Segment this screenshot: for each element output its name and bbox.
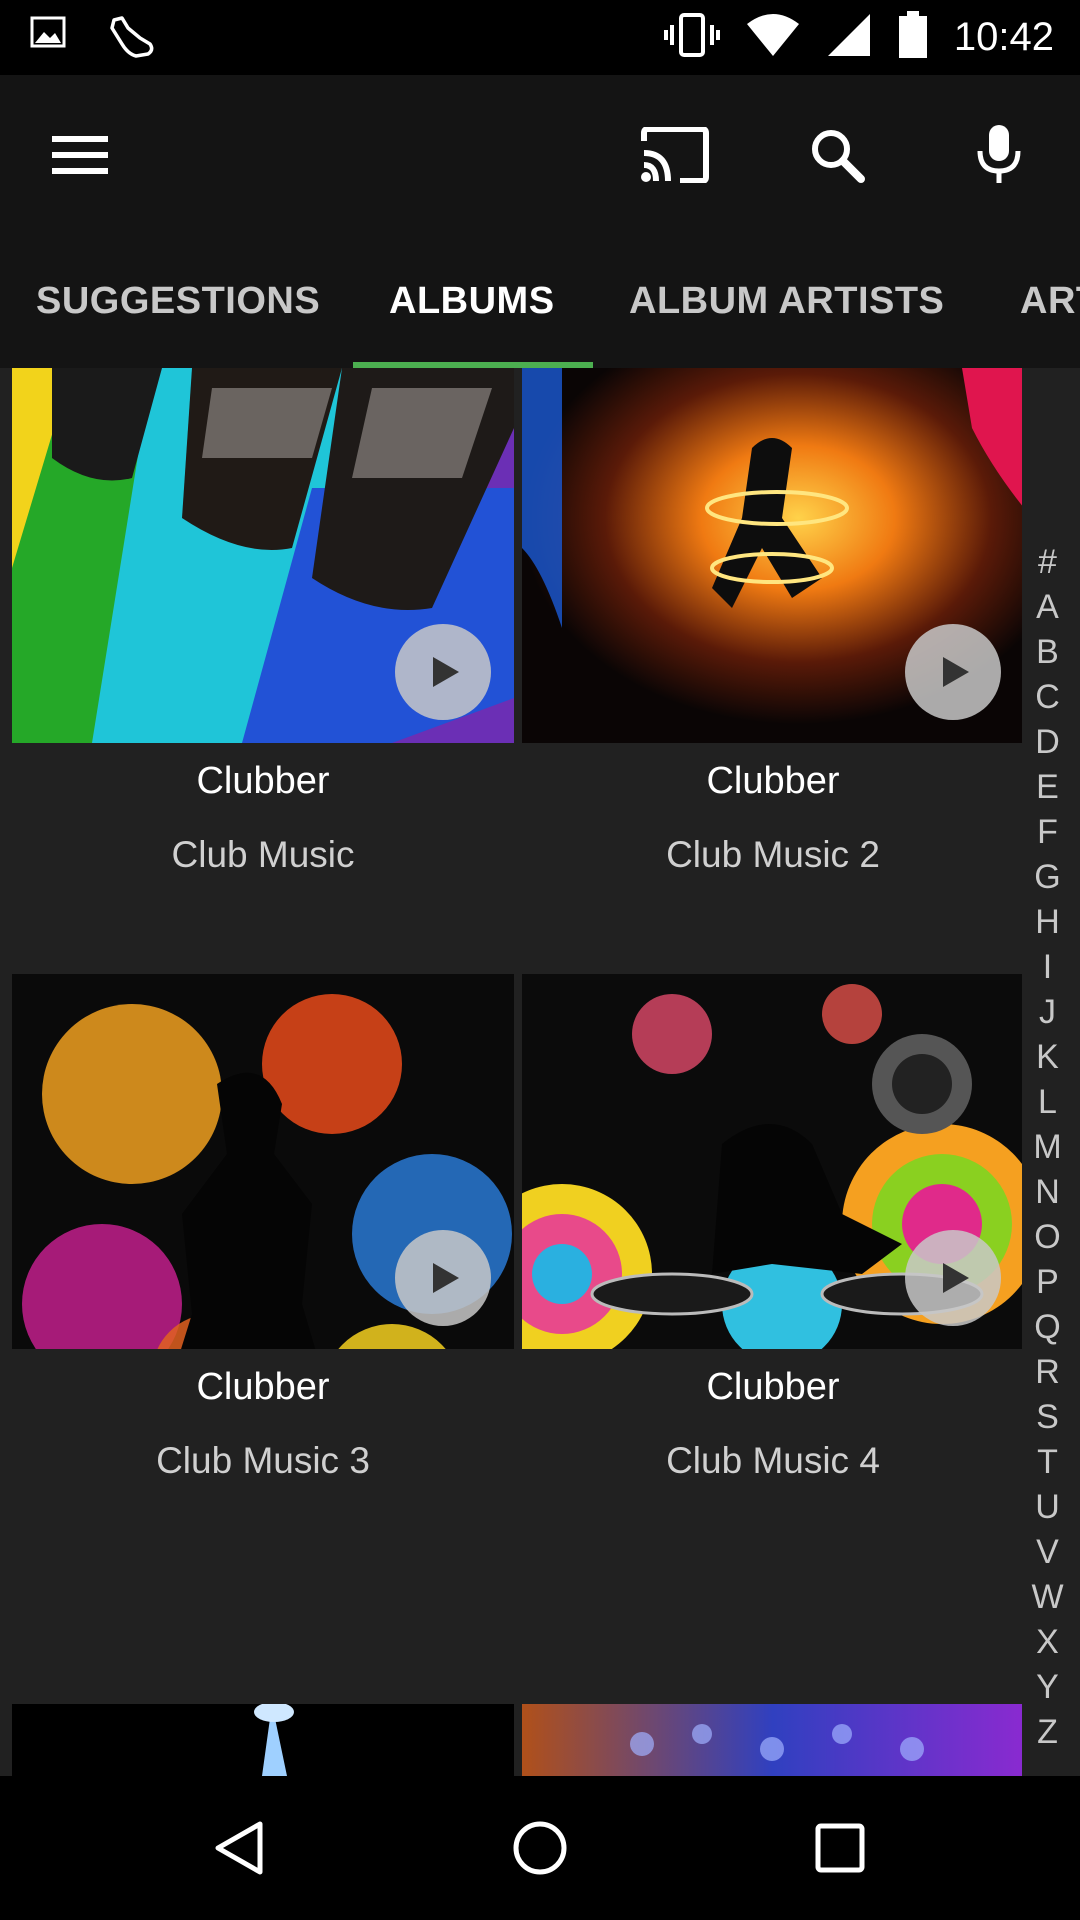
home-icon[interactable] [495,1803,585,1893]
index-letter[interactable]: G [1025,855,1070,900]
play-button[interactable] [905,624,1001,720]
cast-icon[interactable] [635,115,715,195]
back-icon[interactable] [195,1803,285,1893]
index-letter[interactable]: C [1025,675,1070,720]
sneaker-notification-icon [106,14,156,65]
index-letter[interactable]: P [1025,1260,1070,1305]
album-title: Club Music 4 [666,1440,880,1481]
clock: 10:42 [953,15,1054,59]
album-card[interactable]: Clubber Club Music 3 [12,974,514,1564]
index-letter[interactable]: H [1025,900,1070,945]
index-letter[interactable]: T [1025,1440,1070,1485]
tab-bar: SUGGESTIONS ALBUMS ALBUM ARTISTS ARTISTS [0,235,1080,368]
album-card[interactable]: Clubber Club Music 4 [522,974,1022,1564]
play-icon [433,657,459,687]
index-letter[interactable]: J [1025,990,1070,1035]
index-letter[interactable]: R [1025,1350,1070,1395]
album-artist: Clubber [196,760,330,802]
album-card[interactable] [12,1704,514,1776]
album-art[interactable] [522,974,1022,1349]
album-artist: Clubber [196,1366,330,1408]
play-button[interactable] [395,624,491,720]
menu-icon[interactable] [40,115,120,195]
index-letter[interactable]: L [1025,1080,1070,1125]
album-title: Club Music [171,834,355,875]
album-card[interactable]: Clubber Club Music [12,368,514,958]
album-grid[interactable]: Clubber Club Music Clubber Club Music 2 … [0,368,1022,1776]
app-toolbar [0,75,1080,235]
album-card[interactable] [522,1704,1022,1776]
alphabet-index[interactable]: # A B C D E F G H I J K L M N O P Q R S T U V W X Y Z [1025,540,1070,1755]
tab-albums[interactable]: ALBUMS [389,235,555,368]
index-letter[interactable]: M [1025,1125,1070,1170]
nav-bar [0,1776,1080,1920]
album-artist: Clubber [706,760,840,802]
index-letter[interactable]: D [1025,720,1070,765]
cell-signal-icon [826,12,872,63]
index-letter[interactable]: U [1025,1485,1070,1530]
search-icon[interactable] [797,115,877,195]
index-letter[interactable]: Z [1025,1710,1070,1755]
play-icon [943,657,969,687]
album-title: Club Music 2 [666,834,880,875]
index-letter[interactable]: W [1025,1575,1070,1620]
wifi-icon [746,12,800,63]
mic-icon[interactable] [959,115,1039,195]
index-letter[interactable]: S [1025,1395,1070,1440]
album-art[interactable] [522,1704,1022,1776]
vibrate-icon [663,10,720,65]
play-icon [433,1263,459,1293]
index-letter[interactable]: O [1025,1215,1070,1260]
tab-artists[interactable]: ARTISTS [1020,235,1080,368]
index-letter[interactable]: E [1025,765,1070,810]
index-letter[interactable]: Q [1025,1305,1070,1350]
album-card[interactable]: Clubber Club Music 2 [522,368,1022,958]
album-art[interactable] [522,368,1022,743]
status-bar: 10:42 [0,0,1080,75]
image-notification-icon [30,14,66,65]
index-letter[interactable]: B [1025,630,1070,675]
play-button[interactable] [905,1230,1001,1326]
index-letter[interactable]: Y [1025,1665,1070,1710]
index-letter[interactable]: F [1025,810,1070,855]
battery-icon [898,11,928,64]
index-letter[interactable]: N [1025,1170,1070,1215]
tab-suggestions[interactable]: SUGGESTIONS [36,235,320,368]
index-letter[interactable]: A [1025,585,1070,630]
play-icon [943,1263,969,1293]
album-artist: Clubber [706,1366,840,1408]
album-art[interactable] [12,1704,514,1776]
index-letter[interactable]: V [1025,1530,1070,1575]
index-letter[interactable]: K [1025,1035,1070,1080]
index-letter[interactable]: X [1025,1620,1070,1665]
index-letter[interactable]: # [1025,540,1070,585]
album-art[interactable] [12,368,514,743]
play-button[interactable] [395,1230,491,1326]
album-title: Club Music 3 [156,1440,370,1481]
tab-album-artists[interactable]: ALBUM ARTISTS [629,235,944,368]
recents-icon[interactable] [795,1803,885,1893]
album-art[interactable] [12,974,514,1349]
index-letter[interactable]: I [1025,945,1070,990]
